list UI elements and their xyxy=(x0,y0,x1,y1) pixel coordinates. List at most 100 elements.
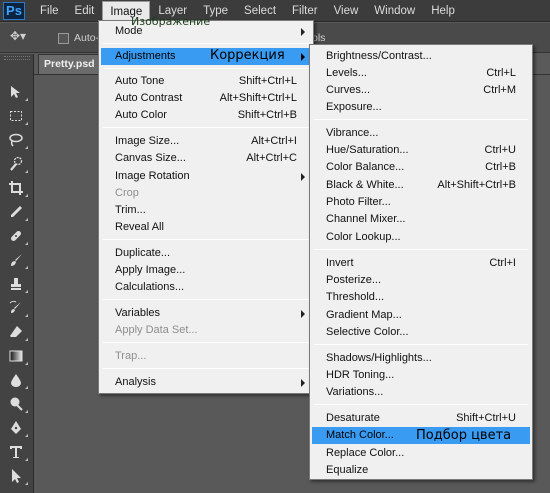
menu-separator xyxy=(314,249,528,250)
brush-tool-icon[interactable] xyxy=(3,249,29,271)
shortcut-label: Shift+Ctrl+U xyxy=(456,412,516,424)
menu-item-exposure[interactable]: Exposure... xyxy=(312,99,530,116)
eyedropper-tool-icon[interactable] xyxy=(3,201,29,223)
menu-separator xyxy=(314,344,528,345)
menu-separator xyxy=(103,342,309,343)
menu-bar: Ps File Edit Image Layer Type Select Fil… xyxy=(0,0,550,22)
menu-edit[interactable]: Edit xyxy=(67,0,103,22)
shortcut-label: Shift+Ctrl+L xyxy=(238,75,297,87)
menu-item-variables[interactable]: Variables xyxy=(101,305,311,322)
type-tool-icon[interactable] xyxy=(3,441,29,463)
menu-item-desaturate[interactable]: Desaturate Shift+Ctrl+U xyxy=(312,410,530,427)
menu-window[interactable]: Window xyxy=(366,0,423,22)
menu-filter[interactable]: Filter xyxy=(284,0,326,22)
menu-separator xyxy=(103,127,309,128)
submenu-arrow-icon xyxy=(301,53,305,61)
menu-item-threshold[interactable]: Threshold... xyxy=(312,289,530,306)
menu-item-calculations[interactable]: Calculations... xyxy=(101,279,311,296)
menu-item-apply-image[interactable]: Apply Image... xyxy=(101,262,311,279)
menu-item-vibrance[interactable]: Vibrance... xyxy=(312,125,530,142)
image-menu: Mode Adjustments Auto Tone Shift+Ctrl+L A… xyxy=(98,20,314,394)
menu-item-duplicate[interactable]: Duplicate... xyxy=(101,245,311,262)
menu-item-canvas-size[interactable]: Canvas Size... Alt+Ctrl+C xyxy=(101,150,311,167)
photoshop-logo: Ps xyxy=(0,0,28,22)
menu-item-black-white[interactable]: Black & White... Alt+Shift+Ctrl+B xyxy=(312,177,530,194)
annotation-adjustments-ru: Коррекция xyxy=(210,48,285,63)
menu-item-color-balance[interactable]: Color Balance... Ctrl+B xyxy=(312,159,530,176)
menu-select[interactable]: Select xyxy=(236,0,284,22)
menu-item-posterize[interactable]: Posterize... xyxy=(312,272,530,289)
menu-separator xyxy=(314,404,528,405)
menu-item-equalize[interactable]: Equalize xyxy=(312,462,530,479)
dodge-tool-icon[interactable] xyxy=(3,393,29,415)
blur-tool-icon[interactable] xyxy=(3,369,29,391)
menu-help[interactable]: Help xyxy=(423,0,463,22)
menu-item-levels[interactable]: Levels... Ctrl+L xyxy=(312,65,530,82)
lasso-tool-icon[interactable] xyxy=(3,129,29,151)
menu-view[interactable]: View xyxy=(326,0,367,22)
menu-item-apply-data-set: Apply Data Set... xyxy=(115,324,198,336)
submenu-arrow-icon xyxy=(301,28,305,36)
options-right-text: ols xyxy=(312,32,326,44)
shortcut-label: Alt+Ctrl+C xyxy=(246,152,297,164)
menu-item-curves[interactable]: Curves... Ctrl+M xyxy=(312,82,530,99)
menu-item-auto-color[interactable]: Auto Color Shift+Ctrl+B xyxy=(101,107,311,124)
shortcut-label: Alt+Shift+Ctrl+B xyxy=(437,179,516,191)
menu-item-image-size[interactable]: Image Size... Alt+Ctrl+I xyxy=(101,133,311,150)
shortcut-label: Ctrl+L xyxy=(486,67,516,79)
menu-item-trim[interactable]: Trim... xyxy=(101,202,311,219)
history-brush-tool-icon[interactable] xyxy=(3,297,29,319)
menu-item-analysis[interactable]: Analysis xyxy=(101,374,311,391)
menu-item-replace-color[interactable]: Replace Color... xyxy=(312,445,530,462)
menu-item-photo-filter[interactable]: Photo Filter... xyxy=(312,194,530,211)
document-tab[interactable]: Pretty.psd @ xyxy=(38,54,100,74)
move-tool-icon[interactable] xyxy=(3,81,29,103)
submenu-arrow-icon xyxy=(301,310,305,318)
shortcut-label: Shift+Ctrl+B xyxy=(237,109,297,121)
menu-item-hdr-toning[interactable]: HDR Toning... xyxy=(312,367,530,384)
menu-item-invert[interactable]: Invert Ctrl+I xyxy=(312,255,530,272)
shortcut-label: Ctrl+B xyxy=(485,161,516,173)
path-selection-tool-icon[interactable] xyxy=(3,465,29,487)
crop-tool-icon[interactable] xyxy=(3,177,29,199)
menu-item-selective-color[interactable]: Selective Color... xyxy=(312,324,530,341)
menu-separator xyxy=(103,43,309,44)
quick-selection-tool-icon[interactable] xyxy=(3,153,29,175)
menu-item-shadows-highlights[interactable]: Shadows/Highlights... xyxy=(312,350,530,367)
auto-select-label: Auto- xyxy=(74,32,100,44)
menu-item-trap: Trap... xyxy=(115,350,147,362)
clone-stamp-tool-icon[interactable] xyxy=(3,273,29,295)
gradient-tool-icon[interactable] xyxy=(3,345,29,367)
menu-item-image-rotation[interactable]: Image Rotation xyxy=(101,168,311,185)
pen-tool-icon[interactable] xyxy=(3,417,29,439)
menu-separator xyxy=(103,368,309,369)
annotation-match-color-ru: Подбор цвета xyxy=(416,428,512,443)
auto-select-checkbox[interactable] xyxy=(58,33,69,44)
menu-separator xyxy=(314,119,528,120)
annotation-image-ru: Изображение xyxy=(131,15,211,28)
menu-item-gradient-map[interactable]: Gradient Map... xyxy=(312,307,530,324)
menu-item-brightness-contrast[interactable]: Brightness/Contrast... xyxy=(312,48,530,65)
menu-item-auto-tone[interactable]: Auto Tone Shift+Ctrl+L xyxy=(101,73,311,90)
menu-item-crop: Crop xyxy=(115,187,139,199)
shortcut-label: Ctrl+M xyxy=(483,84,516,96)
menu-item-variations[interactable]: Variations... xyxy=(312,384,530,401)
shortcut-label: Alt+Shift+Ctrl+L xyxy=(219,92,297,104)
marquee-tool-icon[interactable] xyxy=(3,105,29,127)
menu-file[interactable]: File xyxy=(32,0,67,22)
healing-brush-tool-icon[interactable] xyxy=(3,225,29,247)
adjustments-submenu: Brightness/Contrast... Levels... Ctrl+L C… xyxy=(309,44,533,480)
eraser-tool-icon[interactable] xyxy=(3,321,29,343)
menu-item-reveal-all[interactable]: Reveal All xyxy=(101,219,311,236)
menu-separator xyxy=(103,239,309,240)
panel-grip[interactable] xyxy=(4,56,30,60)
menu-item-color-lookup[interactable]: Color Lookup... xyxy=(312,229,530,246)
menu-separator xyxy=(103,68,309,69)
menu-item-hue-saturation[interactable]: Hue/Saturation... Ctrl+U xyxy=(312,142,530,159)
menu-separator xyxy=(103,299,309,300)
submenu-arrow-icon xyxy=(301,173,305,181)
move-tool-preset-icon[interactable]: ✥▾ xyxy=(10,29,26,43)
submenu-arrow-icon xyxy=(301,379,305,387)
menu-item-channel-mixer[interactable]: Channel Mixer... xyxy=(312,211,530,228)
menu-item-auto-contrast[interactable]: Auto Contrast Alt+Shift+Ctrl+L xyxy=(101,90,311,107)
